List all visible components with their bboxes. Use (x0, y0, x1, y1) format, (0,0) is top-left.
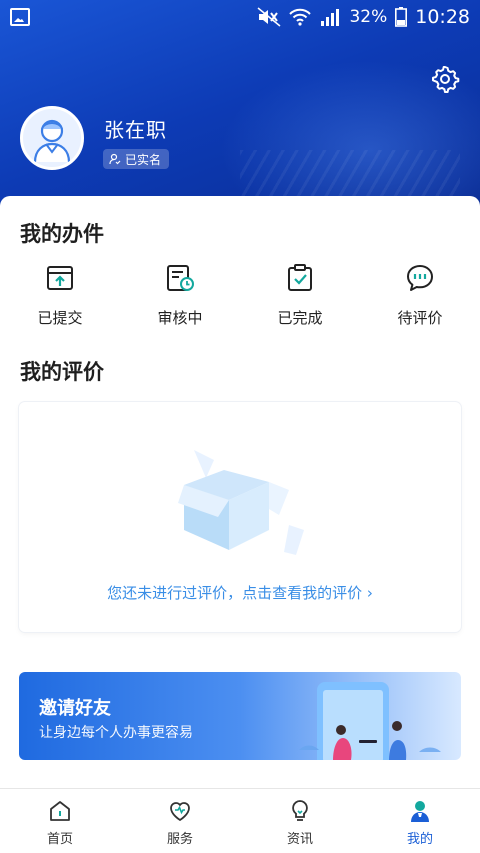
clock: 10:28 (415, 6, 470, 28)
nav-service[interactable]: 服务 (120, 789, 240, 853)
my-cases-list: 已提交 审核中 已完成 待评价 (0, 262, 480, 332)
case-reviewing[interactable]: 审核中 (120, 262, 240, 332)
case-completed[interactable]: 已完成 (240, 262, 360, 332)
status-bar: 32% 10:28 (0, 0, 480, 34)
profile-icon (411, 801, 429, 822)
nav-profile[interactable]: 我的 (360, 789, 480, 853)
nav-home[interactable]: 首页 (0, 789, 120, 853)
case-submitted-label: 已提交 (37, 309, 83, 327)
pending-review-icon (407, 265, 433, 291)
battery-icon (395, 7, 408, 27)
invite-subtitle: 让身边每个人办事更容易 (39, 725, 193, 741)
gallery-notification-icon (10, 8, 30, 26)
invite-people-illustration (299, 682, 441, 760)
submitted-icon (47, 266, 73, 290)
signal-icon (321, 9, 340, 26)
nav-home-label: 首页 (46, 832, 73, 847)
verified-user-icon (109, 153, 121, 165)
service-heart-icon (170, 802, 190, 822)
avatar[interactable] (20, 106, 84, 170)
settings-button[interactable] (428, 62, 462, 96)
reviews-empty-state: 您还未进行过评价，点击查看我的评价 › (19, 402, 461, 632)
case-pending-review-label: 待评价 (397, 309, 443, 327)
case-completed-label: 已完成 (277, 309, 323, 327)
home-icon (50, 801, 70, 821)
my-cases-title: 我的办件 (20, 222, 104, 246)
completed-icon (288, 264, 312, 291)
case-reviewing-label: 审核中 (157, 309, 203, 327)
battery-percent: 32% (349, 7, 388, 27)
reviewing-icon (167, 265, 194, 291)
nav-service-label: 服务 (166, 832, 193, 847)
nav-profile-label: 我的 (406, 832, 433, 847)
empty-box-illustration (178, 450, 304, 555)
case-pending-review[interactable]: 待评价 (360, 262, 480, 332)
invite-title: 邀请好友 (39, 698, 111, 719)
mute-icon (257, 7, 281, 27)
wifi-icon (289, 8, 312, 26)
case-submitted[interactable]: 已提交 (0, 262, 120, 332)
bottom-nav: 首页 服务 资讯 我的 (0, 788, 480, 853)
news-bulb-icon (292, 800, 308, 821)
my-reviews-title: 我的评价 (20, 360, 104, 384)
user-avatar-icon (33, 119, 71, 163)
verified-label: 已实名 (125, 152, 162, 167)
user-name[interactable]: 张在职 (104, 114, 167, 143)
verified-badge: 已实名 (103, 149, 170, 169)
nav-news[interactable]: 资讯 (240, 789, 360, 853)
invite-friends-banner[interactable]: 邀请好友 让身边每个人办事更容易 (19, 672, 461, 760)
gear-icon (432, 66, 460, 93)
nav-news-label: 资讯 (286, 832, 313, 847)
view-my-reviews-link[interactable]: 您还未进行过评价，点击查看我的评价 › (19, 582, 461, 603)
